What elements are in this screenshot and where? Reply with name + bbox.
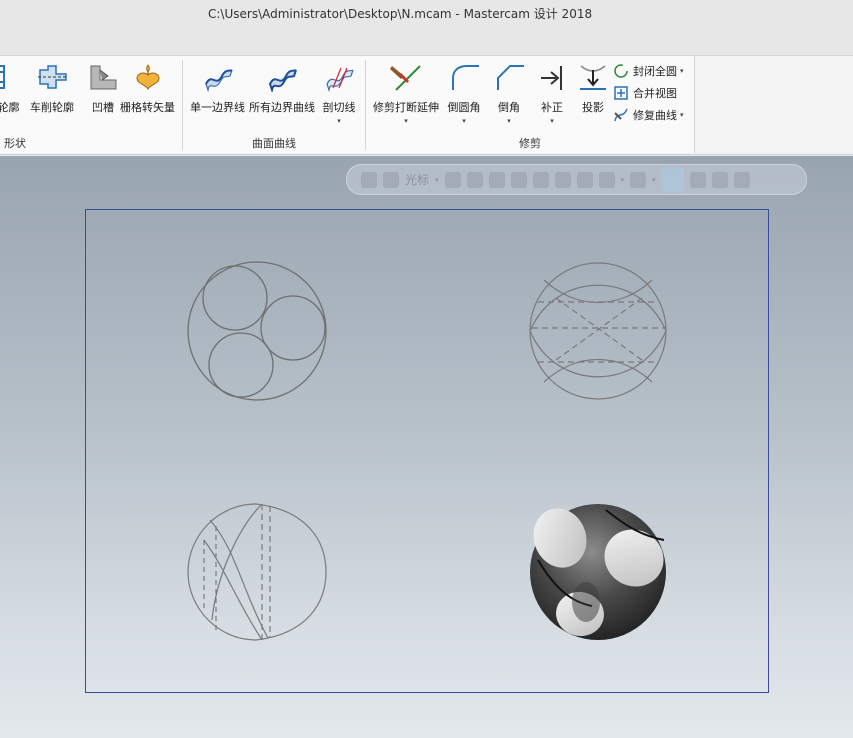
graphics-area[interactable]: 光标 ▾ ▾ ▾	[0, 156, 853, 738]
ribbon-panel: 转轮廓 车削轮廓 凹槽 栅格转矢量 形状 单一边界线	[0, 56, 695, 153]
turn-profile-label: 转轮廓	[0, 101, 20, 114]
bottom-left-view	[187, 503, 327, 641]
cursor-label[interactable]: 光标	[405, 171, 429, 188]
verify-select-icon[interactable]	[689, 171, 706, 188]
group-label-surface-curves: 曲面曲线	[252, 137, 296, 150]
turn-profile-icon	[0, 60, 20, 94]
group-separator	[182, 60, 183, 150]
lens-curve	[529, 284, 667, 378]
undo-select-icon[interactable]	[733, 171, 750, 188]
single-edge-curve-label: 单一边界线	[190, 101, 245, 114]
chevron-down-icon[interactable]: ▾	[621, 176, 625, 184]
lathe-profile-button[interactable]: 车削轮廓	[30, 60, 74, 126]
drawing-sheet[interactable]	[85, 209, 769, 693]
title-bar: C:\Users\Administrator\Desktop\N.mcam - …	[0, 0, 853, 56]
fillet-icon	[447, 60, 481, 94]
slice-curve-button[interactable]: 剖切线 ▾	[322, 60, 356, 126]
lathe-profile-label: 车削轮廓	[30, 101, 74, 114]
repair-curve-label: 修复曲线	[633, 109, 677, 122]
group-separator	[365, 60, 366, 150]
chamfer-icon	[492, 60, 526, 94]
groove-button[interactable]: 凹槽	[86, 60, 120, 126]
turn-profile-button[interactable]: 转轮廓	[0, 60, 20, 126]
inner-circle	[202, 265, 268, 331]
drawing-geometry	[187, 261, 667, 641]
face-select-icon[interactable]	[510, 171, 527, 188]
chevron-down-icon[interactable]: ▾	[652, 176, 656, 184]
join-view-button[interactable]: 合并视图	[613, 84, 677, 102]
join-view-icon	[613, 85, 629, 101]
lathe-profile-icon	[35, 60, 69, 94]
bottom-right-solid	[530, 504, 666, 640]
all-edge-curves-icon	[265, 60, 299, 94]
offset-label: 补正	[541, 101, 563, 114]
cursor-mode-icon[interactable]	[598, 171, 615, 188]
sphere-outline	[187, 503, 327, 641]
top-left-view	[187, 261, 327, 401]
single-edge-curve-icon	[201, 60, 235, 94]
raster-to-vector-label: 栅格转矢量	[120, 101, 175, 114]
project-icon	[576, 60, 610, 94]
chevron-down-icon: ▾	[337, 117, 341, 125]
all-edge-curves-label: 所有边界曲线	[249, 101, 315, 114]
chevron-down-icon: ▾	[680, 111, 684, 119]
fillet-button[interactable]: 倒圆角 ▾	[447, 60, 481, 126]
feature-select-icon[interactable]	[576, 171, 593, 188]
lock-icon[interactable]	[361, 171, 377, 188]
raster-to-vector-icon	[131, 60, 165, 94]
fillet-label: 倒圆角	[447, 101, 481, 114]
repair-curve-icon	[613, 107, 629, 123]
sphere-outline	[529, 262, 667, 400]
slice-curve-label: 剖切线	[322, 101, 356, 114]
all-edge-curves-button[interactable]: 所有边界曲线	[249, 60, 315, 126]
highlight-toggle-icon[interactable]	[661, 166, 684, 193]
groove-label: 凹槽	[92, 101, 114, 114]
window-title: C:\Users\Administrator\Desktop\N.mcam - …	[208, 7, 593, 21]
body-select-icon[interactable]	[532, 171, 549, 188]
window-select-icon[interactable]	[630, 171, 647, 188]
group-label-shape: 形状	[4, 137, 26, 150]
chamfer-label: 倒角	[498, 101, 520, 114]
chevron-down-icon: ▾	[550, 117, 554, 125]
chevron-down-icon: ▾	[507, 117, 511, 125]
chevron-down-icon: ▾	[462, 117, 466, 125]
join-view-label: 合并视图	[633, 87, 677, 100]
trim-break-extend-icon	[389, 60, 423, 94]
ribbon: 转轮廓 车削轮廓 凹槽 栅格转矢量 形状 单一边界线	[0, 56, 853, 155]
trim-break-extend-label: 修剪打断延伸	[373, 101, 439, 114]
cycle-select-icon[interactable]	[711, 171, 728, 188]
groove-icon	[86, 60, 120, 94]
offset-button[interactable]: 补正 ▾	[535, 60, 569, 126]
selection-toolbar: 光标 ▾ ▾ ▾	[346, 164, 807, 195]
chevron-down-icon: ▾	[404, 117, 408, 125]
edge-select-icon[interactable]	[554, 171, 571, 188]
close-arc-button[interactable]: 封闭全圆 ▾	[613, 62, 684, 80]
close-arc-icon	[613, 63, 629, 79]
inner-circle	[260, 295, 326, 361]
raster-to-vector-button[interactable]: 栅格转矢量	[120, 60, 175, 126]
single-edge-curve-button[interactable]: 单一边界线	[190, 60, 245, 126]
top-right-view	[529, 262, 667, 400]
solid-select-icon[interactable]	[488, 171, 505, 188]
repair-curve-button[interactable]: 修复曲线 ▾	[613, 106, 684, 124]
chevron-down-icon[interactable]: ▾	[435, 176, 439, 184]
inner-circle	[208, 332, 274, 398]
trim-break-extend-button[interactable]: 修剪打断延伸 ▾	[373, 60, 439, 126]
xyz-point-icon[interactable]	[444, 171, 461, 188]
project-button[interactable]: 投影	[576, 60, 610, 126]
chevron-down-icon: ▾	[680, 67, 684, 75]
slice-curve-icon	[322, 60, 356, 94]
project-label: 投影	[582, 101, 604, 114]
sphere-outline	[187, 261, 327, 401]
chamfer-button[interactable]: 倒角 ▾	[492, 60, 526, 126]
cursor-select-icon[interactable]	[383, 171, 399, 188]
group-label-trim: 修剪	[519, 137, 541, 150]
close-arc-label: 封闭全圆	[633, 65, 677, 78]
arrow-select-icon[interactable]	[466, 171, 483, 188]
offset-icon	[535, 60, 569, 94]
